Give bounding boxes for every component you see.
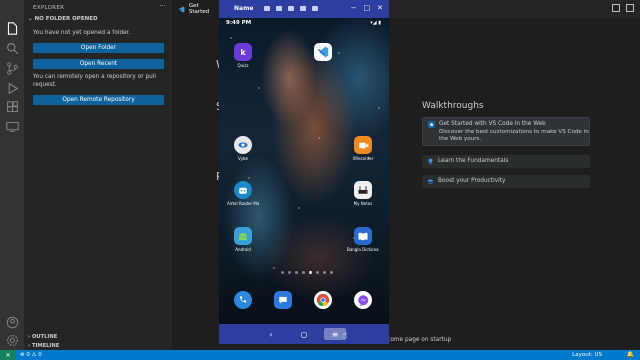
remote-repository-message: You can remotely open a repository or pu… [33, 74, 157, 88]
phone-screen[interactable]: 9:49 PM ▾◢ ▮ k Quizz Vybe XRecorder Airt… [219, 18, 389, 324]
app-label: Airtel Router Ma... [227, 201, 259, 206]
open-recent-button[interactable]: Open Recent [33, 59, 164, 69]
section-label: NO FOLDER OPENED [34, 16, 98, 22]
star-icon [428, 121, 435, 128]
extensions-icon[interactable] [4, 99, 20, 115]
phone-toolbar [264, 6, 318, 11]
dock-phone[interactable] [227, 291, 259, 309]
app-vybe[interactable]: Vybe [227, 136, 259, 161]
vscode-logo-icon [178, 6, 185, 12]
book-app-icon [354, 227, 372, 245]
messenger-app-icon [354, 291, 372, 309]
vscode-window: EXPLORER ··· ⌄ NO FOLDER OPENED You have… [0, 0, 640, 360]
keyboard-layout-indicator[interactable]: Layout: US [572, 352, 602, 358]
chrome-app-icon [314, 291, 332, 309]
problems-indicator[interactable]: ⊗ 0 ⚠ 0 [20, 352, 42, 358]
walkthrough-description: Discover the best customizations to make… [439, 129, 589, 142]
app-label: My Netos [353, 201, 373, 206]
controller-icon[interactable] [288, 6, 294, 11]
source-control-icon[interactable] [4, 60, 20, 76]
app-label: XRecorder [352, 156, 374, 161]
phone-status-icons: ▾◢ ▮ [370, 20, 381, 26]
back-button[interactable]: ‹ [263, 328, 279, 340]
home-button[interactable]: ○ [296, 328, 312, 340]
app-label: Quizz [237, 63, 249, 68]
dock-chrome[interactable] [307, 291, 339, 309]
activity-bar [0, 0, 24, 350]
walkthrough-title: Get Started with VS Code in the Web [439, 121, 546, 127]
status-bar: ✕ ⊗ 0 ⚠ 0 Layout: US 🔔 [0, 350, 640, 360]
router-app-icon [354, 181, 372, 199]
remote-explorer-icon[interactable] [4, 118, 20, 134]
no-folder-message: You have not yet opened a folder. [33, 30, 131, 36]
open-remote-repository-button[interactable]: Open Remote Repository [33, 95, 164, 105]
tab-label: Get Started [188, 3, 210, 15]
walkthrough-card-fundamentals[interactable]: Learn the Fundamentals [422, 155, 590, 168]
phone-clock: 9:49 PM [226, 20, 252, 26]
run-debug-icon[interactable] [4, 80, 20, 96]
no-folder-section-header[interactable]: ⌄ NO FOLDER OPENED [28, 16, 98, 22]
split-editor-icon[interactable] [612, 4, 620, 12]
messages-app-icon [274, 291, 292, 309]
vscode-app-icon [314, 43, 332, 61]
app-label: Bangla Dictionary [347, 247, 379, 252]
editor-actions [612, 4, 634, 12]
app-bangla-dictionary[interactable]: Bangla Dictionary [347, 227, 379, 252]
app-vscode[interactable] [307, 43, 339, 61]
dock-messages[interactable] [267, 291, 299, 309]
more-editor-actions-icon[interactable] [626, 4, 634, 12]
maximize-icon[interactable]: □ [364, 4, 371, 12]
walkthroughs-title: Walkthroughs [422, 101, 484, 111]
walkthrough-card-productivity[interactable]: Boost your Productivity [422, 175, 590, 188]
phone-mirror-window: Name − □ ✕ 9:49 PM ▾◢ ▮ k Quizz Vybe XRe… [219, 0, 389, 344]
outline-section-header[interactable]: › OUTLINE [28, 334, 57, 340]
quizz-app-icon: k [234, 43, 252, 61]
walkthrough-title: Learn the Fundamentals [438, 158, 509, 164]
explorer-icon[interactable] [4, 20, 20, 36]
app-android[interactable]: Android [227, 227, 259, 252]
dock-messenger[interactable] [347, 291, 379, 309]
walkthrough-title: Boost your Productivity [438, 178, 506, 184]
timeline-section-header[interactable]: › TIMELINE [28, 343, 59, 349]
settings-icon[interactable] [312, 6, 318, 11]
remote-indicator-icon[interactable]: ✕ [0, 350, 16, 360]
more-actions-icon[interactable]: ··· [159, 2, 166, 10]
outline-label: OUTLINE [31, 334, 58, 340]
app-quizz[interactable]: k Quizz [227, 43, 259, 68]
app-xrecorder[interactable]: XRecorder [347, 136, 379, 161]
phone-navigation-bar: ‹ ○ ≡ [219, 324, 389, 344]
mouse-cursor-icon: ☝ [342, 331, 348, 341]
share-icon[interactable] [300, 6, 306, 11]
android-app-icon [234, 227, 252, 245]
show-welcome-on-startup-label: elcome page on startup [382, 337, 452, 343]
screen-record-icon[interactable] [264, 6, 270, 11]
graduation-cap-icon [427, 179, 434, 184]
phone-app-icon [234, 291, 252, 309]
minimize-icon[interactable]: − [351, 4, 357, 12]
close-icon[interactable]: ✕ [377, 4, 383, 12]
phone-window-titlebar[interactable]: Name − □ ✕ [219, 0, 389, 18]
explorer-sidebar: EXPLORER ··· ⌄ NO FOLDER OPENED You have… [24, 0, 172, 350]
app-my-netos[interactable]: My Netos [347, 181, 379, 206]
notifications-bell-icon[interactable]: 🔔 [627, 351, 634, 358]
search-icon[interactable] [4, 40, 20, 56]
robot-app-icon [234, 181, 252, 199]
tab-get-started[interactable]: Get Started [172, 0, 220, 18]
lightbulb-icon [428, 158, 433, 165]
eye-app-icon [234, 136, 252, 154]
app-airtel-router[interactable]: Airtel Router Ma... [227, 181, 259, 206]
settings-gear-icon[interactable] [4, 332, 20, 348]
screenshot-icon[interactable] [276, 6, 282, 11]
app-label: Android [235, 247, 251, 252]
sidebar-title: EXPLORER [33, 5, 65, 11]
timeline-label: TIMELINE [31, 343, 60, 349]
walkthrough-card-web[interactable]: Get Started with VS Code in the Web Disc… [422, 117, 590, 146]
page-indicator [281, 271, 333, 274]
account-icon[interactable] [4, 314, 20, 330]
open-folder-button[interactable]: Open Folder [33, 43, 164, 53]
recorder-app-icon [354, 136, 372, 154]
app-label: Vybe [238, 156, 248, 161]
phone-window-title: Name [234, 5, 254, 12]
phone-window-controls: − □ ✕ [351, 4, 383, 12]
